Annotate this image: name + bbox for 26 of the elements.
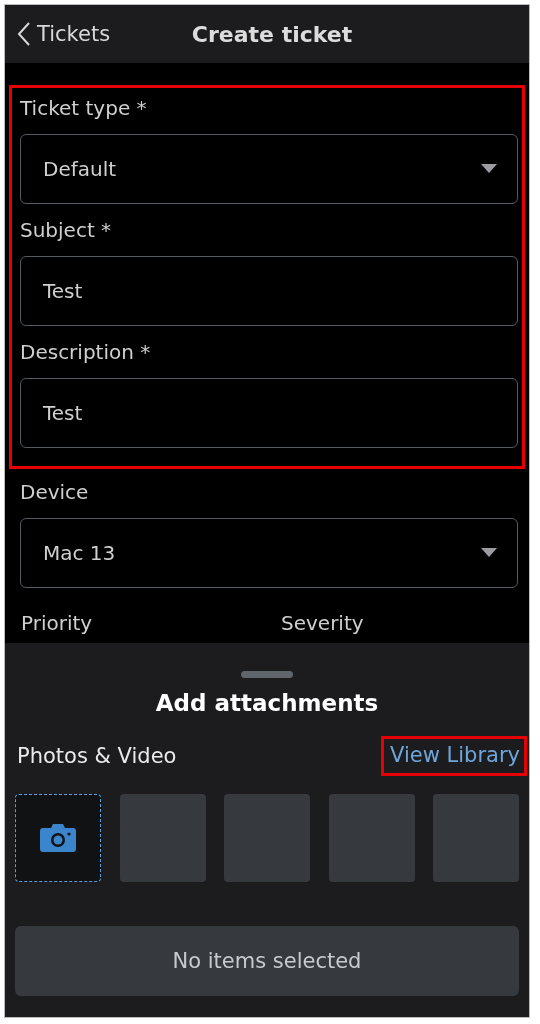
field-label: Ticket type * bbox=[20, 96, 148, 120]
sheet-handle[interactable] bbox=[241, 671, 293, 678]
input-field[interactable]: Test bbox=[20, 256, 518, 326]
view-library-link[interactable]: View Library bbox=[381, 736, 527, 776]
dropdown-arrow-icon bbox=[481, 548, 497, 558]
camera-button[interactable] bbox=[15, 794, 101, 882]
photo-placeholder[interactable] bbox=[433, 794, 519, 882]
section-label: Photos & Video bbox=[17, 744, 177, 768]
dropdown-field[interactable]: Default bbox=[20, 134, 518, 204]
field-label: Subject * bbox=[20, 218, 113, 242]
camera-icon bbox=[40, 824, 76, 852]
dropdown-arrow-icon bbox=[481, 164, 497, 174]
back-icon bbox=[17, 21, 31, 47]
photo-placeholder[interactable] bbox=[119, 794, 206, 882]
field-label: Severity bbox=[281, 611, 365, 635]
sheet-title: Add attachments bbox=[155, 690, 379, 716]
field-label: Device bbox=[20, 480, 90, 504]
selection-status-button[interactable]: No items selected bbox=[15, 926, 519, 996]
input-field[interactable]: Test bbox=[20, 378, 518, 448]
field-label: Priority bbox=[21, 611, 94, 635]
screen-title: Create ticket bbox=[191, 21, 353, 47]
photo-placeholder[interactable] bbox=[224, 794, 310, 882]
back-button[interactable]: Tickets bbox=[17, 21, 111, 47]
dropdown-field[interactable]: Mac 13 bbox=[20, 518, 518, 588]
photo-placeholder[interactable] bbox=[328, 794, 415, 882]
field-label: Description * bbox=[20, 340, 152, 364]
